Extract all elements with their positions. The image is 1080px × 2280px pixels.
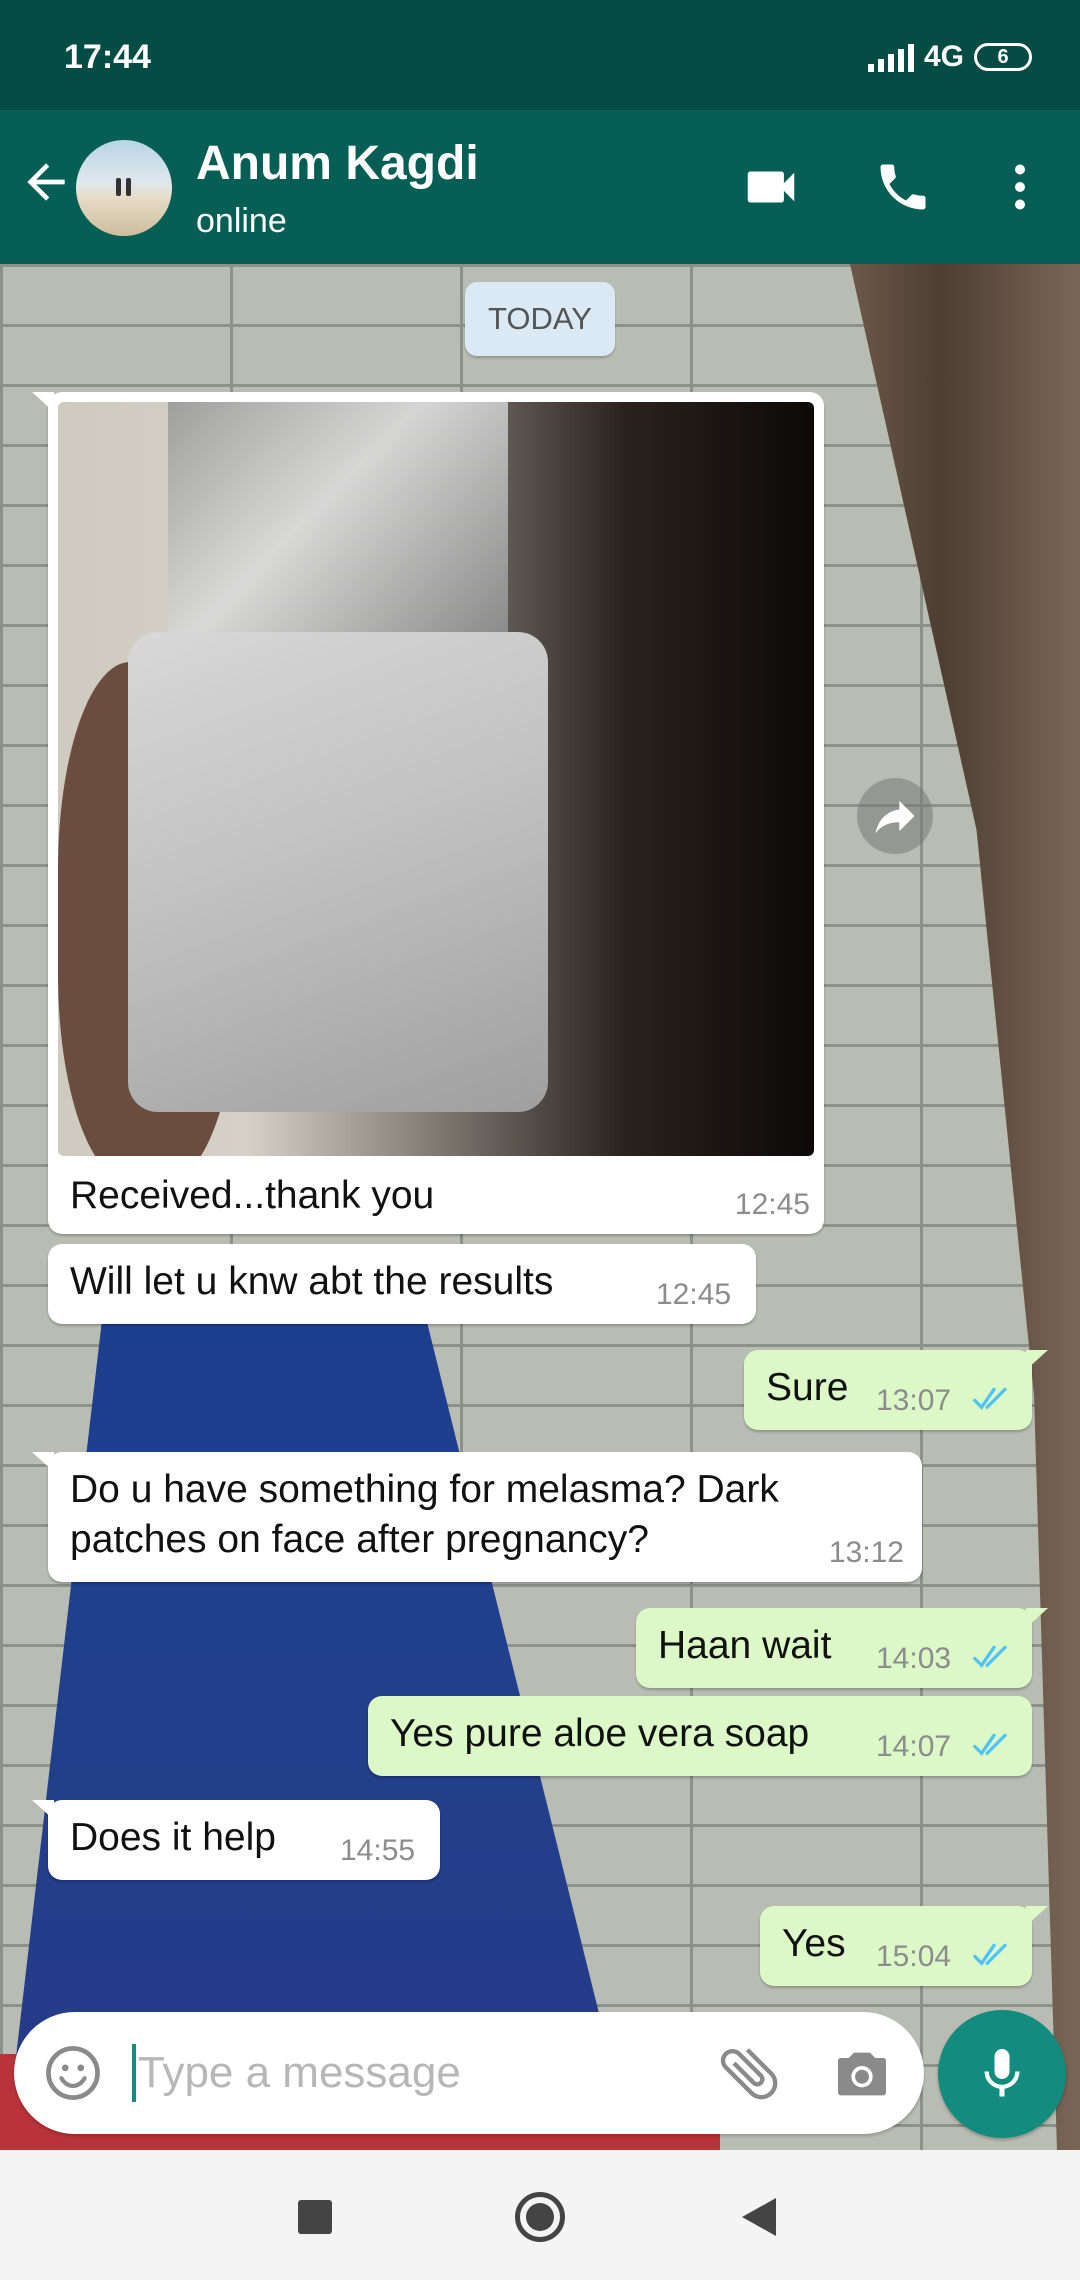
message-time: 12:45 bbox=[656, 1278, 732, 1311]
contact-name[interactable]: Anum Kagdi bbox=[196, 136, 479, 191]
message-time: 13:12 bbox=[828, 1536, 904, 1569]
message-outgoing[interactable]: Yes pure aloe vera soap 14:07 bbox=[368, 1696, 1032, 1776]
message-time: 14:07 bbox=[876, 1730, 952, 1763]
message-text: Does it help bbox=[70, 1816, 276, 1859]
message-text: Yes pure aloe vera soap bbox=[390, 1712, 810, 1755]
read-receipt-icon bbox=[973, 1733, 1007, 1756]
battery-icon: 6 bbox=[974, 43, 1032, 71]
forward-icon[interactable] bbox=[857, 778, 933, 854]
text-cursor bbox=[132, 2044, 136, 2102]
message-time: 13:07 bbox=[876, 1384, 952, 1417]
message-text: Will let u knw abt the results bbox=[70, 1260, 554, 1303]
system-nav-bar bbox=[0, 2150, 1080, 2280]
home-icon[interactable] bbox=[515, 2192, 565, 2242]
message-composer bbox=[14, 2012, 924, 2134]
read-receipt-icon bbox=[973, 1943, 1007, 1966]
message-incoming[interactable]: Does it help 14:55 bbox=[32, 1800, 440, 1880]
message-time: 14:03 bbox=[876, 1642, 952, 1675]
contact-status: online bbox=[196, 202, 287, 240]
more-vert-icon[interactable] bbox=[985, 152, 1055, 222]
read-receipt-icon bbox=[973, 1645, 1007, 1668]
message-incoming[interactable]: Will let u knw abt the results 12:45 bbox=[48, 1244, 756, 1324]
status-time: 17:44 bbox=[64, 38, 151, 76]
message-outgoing[interactable]: Yes 15:04 bbox=[760, 1906, 1048, 1986]
message-text: Sure bbox=[766, 1366, 849, 1409]
message-incoming[interactable]: Do u have something for melasma? Dark pa… bbox=[32, 1452, 922, 1582]
chat-header: Anum Kagdi online bbox=[0, 110, 1080, 264]
nav-back-icon[interactable] bbox=[742, 2198, 776, 2236]
arrow-left-icon[interactable] bbox=[18, 154, 74, 210]
mic-icon[interactable] bbox=[938, 2010, 1066, 2138]
status-bar: 17:44 4G 6 bbox=[0, 0, 1080, 110]
wallpaper-tree bbox=[850, 264, 1080, 2150]
read-receipt-icon bbox=[973, 1387, 1007, 1410]
phone-icon[interactable] bbox=[868, 152, 938, 222]
battery-level: 6 bbox=[997, 45, 1009, 68]
date-chip: TODAY bbox=[465, 282, 615, 356]
message-text-line2: patches on face after pregnancy? bbox=[70, 1518, 649, 1561]
camera-icon[interactable] bbox=[830, 2042, 894, 2106]
message-text: Haan wait bbox=[658, 1624, 832, 1667]
paperclip-icon[interactable] bbox=[714, 2038, 784, 2108]
image-caption: Received...thank you bbox=[70, 1174, 435, 1217]
message-outgoing[interactable]: Haan wait 14:03 bbox=[636, 1608, 1048, 1688]
message-photo[interactable] bbox=[58, 402, 814, 1156]
message-text-line1: Do u have something for melasma? Dark bbox=[70, 1468, 779, 1511]
signal-icon bbox=[867, 42, 914, 72]
message-text: Yes bbox=[782, 1922, 846, 1965]
message-outgoing[interactable]: Sure 13:07 bbox=[744, 1350, 1048, 1430]
message-image[interactable]: Received...thank you 12:45 bbox=[32, 392, 824, 1234]
video-call-icon[interactable] bbox=[736, 152, 806, 222]
message-input[interactable] bbox=[138, 2048, 698, 2098]
recents-icon[interactable] bbox=[298, 2200, 332, 2234]
status-indicators: 4G 6 bbox=[867, 40, 1032, 74]
message-time: 12:45 bbox=[734, 1188, 810, 1221]
message-time: 15:04 bbox=[876, 1940, 952, 1973]
emoji-icon[interactable] bbox=[42, 2042, 104, 2104]
avatar[interactable] bbox=[76, 140, 172, 236]
network-type: 4G bbox=[923, 40, 964, 73]
message-time: 14:55 bbox=[340, 1834, 416, 1867]
